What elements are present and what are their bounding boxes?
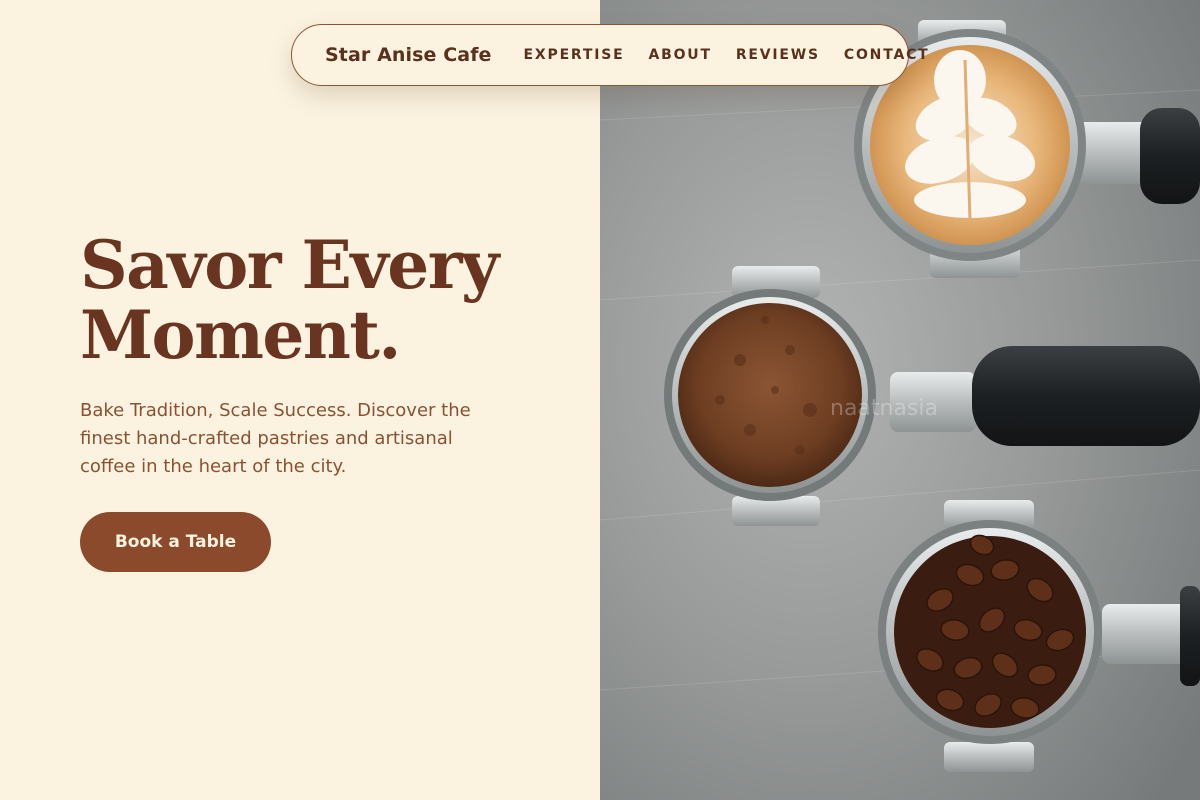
nav-expertise[interactable]: EXPERTISE bbox=[524, 47, 625, 63]
nav-about[interactable]: ABOUT bbox=[649, 47, 712, 63]
brand-logo[interactable]: Star Anise Cafe bbox=[325, 44, 492, 66]
hero-title-line-1: Savor Every bbox=[80, 226, 499, 304]
nav-contact[interactable]: CONTACT bbox=[844, 47, 930, 63]
book-table-button[interactable]: Book a Table bbox=[80, 512, 271, 572]
hero-title: Savor Every Moment. bbox=[80, 230, 580, 370]
nav-reviews[interactable]: REVIEWS bbox=[736, 47, 820, 63]
watermark-text: naatnasia bbox=[830, 396, 938, 421]
hero-title-line-2: Moment. bbox=[80, 296, 401, 374]
hero-description: Bake Tradition, Scale Success. Discover … bbox=[80, 400, 471, 477]
hero-image: naatnasia bbox=[600, 0, 1200, 800]
top-nav: Star Anise Cafe EXPERTISE ABOUT REVIEWS … bbox=[291, 24, 928, 86]
